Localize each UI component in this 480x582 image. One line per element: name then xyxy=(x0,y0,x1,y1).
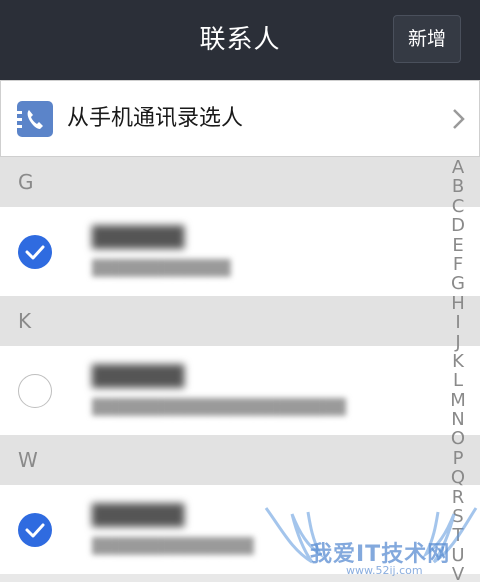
section-letter: G xyxy=(18,170,34,194)
index-letter-b[interactable]: B xyxy=(444,177,472,197)
index-letter-q[interactable]: Q xyxy=(444,468,472,488)
checkmark-icon xyxy=(25,523,45,538)
index-letter-m[interactable]: M xyxy=(444,390,472,410)
chevron-right-icon xyxy=(453,109,465,129)
index-letter-n[interactable]: N xyxy=(444,410,472,430)
index-letter-f[interactable]: F xyxy=(444,255,472,275)
index-letter-l[interactable]: L xyxy=(444,371,472,391)
contact-detail: ████████████ xyxy=(92,259,231,277)
watermark-url: www.52ij.com xyxy=(346,564,423,577)
phone-book-icon xyxy=(17,101,53,137)
index-letter-o[interactable]: O xyxy=(444,429,472,449)
contact-name: ██████ xyxy=(92,503,185,527)
contact-detail: ██████████████ xyxy=(92,537,254,555)
contact-detail: ██████████████████████ xyxy=(92,398,346,416)
checked-checkbox[interactable] xyxy=(18,513,52,547)
section-letter: W xyxy=(18,448,38,472)
section-letter: K xyxy=(18,309,32,333)
index-letter-c[interactable]: C xyxy=(444,196,472,216)
contact-name: ██████ xyxy=(92,364,185,388)
section-header-k: K xyxy=(0,296,480,346)
contact-name: ██████ xyxy=(92,225,185,249)
add-contact-button[interactable]: 新增 xyxy=(393,15,461,63)
index-letter-d[interactable]: D xyxy=(444,216,472,236)
index-letter-g[interactable]: G xyxy=(444,274,472,294)
checkmark-icon xyxy=(25,245,45,260)
index-letter-j[interactable]: J xyxy=(444,332,472,352)
index-letter-h[interactable]: H xyxy=(444,293,472,313)
unchecked-checkbox[interactable] xyxy=(18,374,52,408)
import-label: 从手机通讯录选人 xyxy=(67,106,244,131)
top-bar: 联系人 新增 xyxy=(0,0,480,80)
contact-row[interactable]: ██████ ████████████ xyxy=(0,207,480,296)
section-header-w: W xyxy=(0,435,480,485)
contact-row[interactable]: ██████ ██████████████████████ xyxy=(0,346,480,435)
index-letter-p[interactable]: P xyxy=(444,448,472,468)
section-header-g: G xyxy=(0,157,480,207)
import-from-phone-row[interactable]: 从手机通讯录选人 xyxy=(0,80,480,157)
checked-checkbox[interactable] xyxy=(18,235,52,269)
watermark: 我爱IT技术网 www.52ij.com xyxy=(262,500,480,582)
index-letter-i[interactable]: I xyxy=(444,313,472,333)
index-letter-e[interactable]: E xyxy=(444,235,472,255)
index-letter-a[interactable]: A xyxy=(444,158,472,178)
index-letter-k[interactable]: K xyxy=(444,352,472,372)
